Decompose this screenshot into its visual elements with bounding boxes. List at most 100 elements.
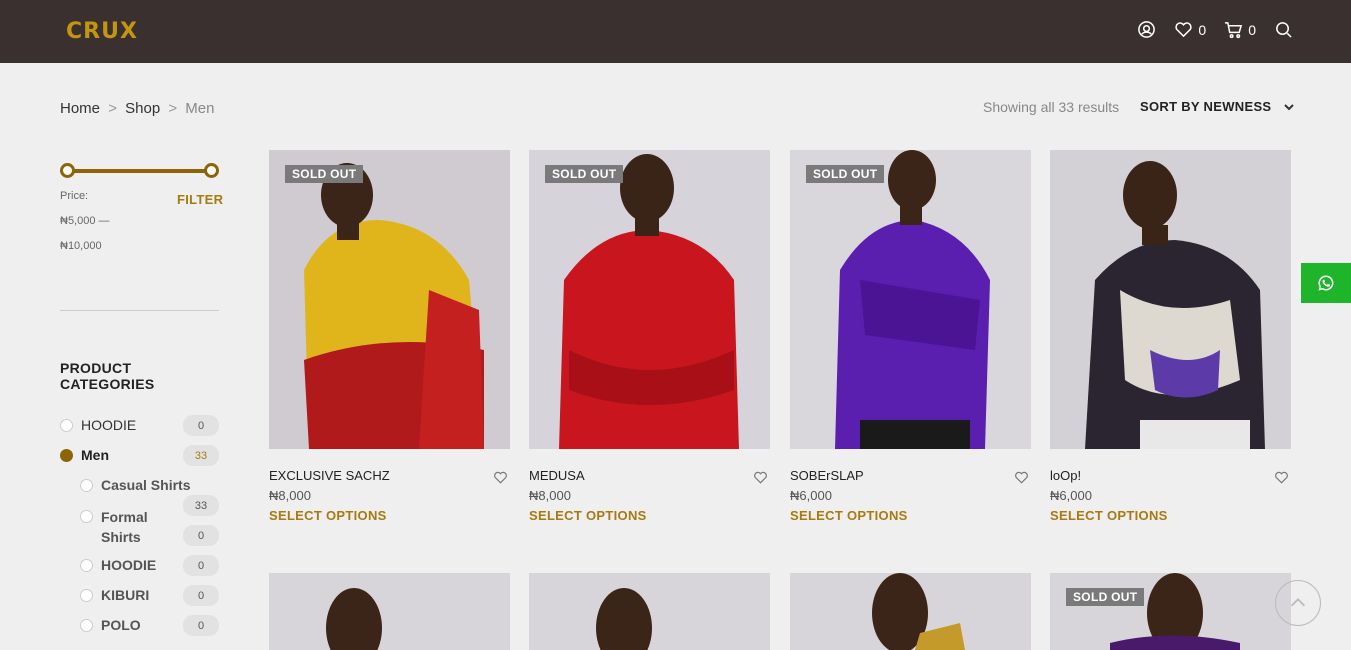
account-button[interactable] [1137,20,1156,39]
price-slider-min-handle[interactable] [60,163,75,178]
wishlist-button[interactable]: 0 [1174,20,1206,39]
breadcrumb-shop[interactable]: Shop [125,100,160,117]
product-price: ₦6,000 [790,488,832,503]
add-to-wishlist-button[interactable] [1274,470,1289,485]
heart-icon [1015,471,1028,484]
price-slider-max-handle[interactable] [204,163,219,178]
category-count: 0 [183,615,219,636]
product-price: ₦8,000 [269,488,311,503]
heart-icon [1175,22,1193,38]
sold-out-badge: SOLD OUT [545,165,624,183]
product-card [790,573,1031,650]
whatsapp-icon [1318,275,1334,291]
site-logo[interactable]: CRUX [66,19,138,44]
category-count: 33 [183,495,219,516]
category-label: Formal Shirts [101,509,148,545]
category-item-casual-shirts[interactable]: Casual Shirts [80,477,190,493]
category-item-men[interactable]: Men [60,447,109,463]
breadcrumb: Home > Shop > Men [60,100,214,117]
category-label: POLO [101,617,141,633]
radio-icon [80,588,93,602]
select-options-button[interactable]: SELECT OPTIONS [1050,508,1168,523]
product-photo-illustration [790,573,1031,650]
select-options-button[interactable]: SELECT OPTIONS [269,508,387,523]
category-item-kiburi[interactable]: KIBURI [80,587,149,603]
cart-button[interactable]: 0 [1224,20,1256,39]
radio-icon [80,478,93,492]
sold-out-badge: SOLD OUT [285,165,364,183]
radio-icon [80,618,93,632]
product-image[interactable]: SOLD OUT [269,150,510,449]
product-photo-illustration [269,150,510,449]
product-image[interactable]: SOLD OUT [790,150,1031,449]
sold-out-badge: SOLD OUT [1066,588,1145,606]
price-slider-track[interactable] [66,169,212,173]
category-label: HOODIE [101,557,157,573]
price-range-min: ₦5,000 — [60,215,110,227]
price-label: Price: [60,190,89,202]
radio-icon [80,510,93,523]
category-count: 0 [183,415,219,436]
price-range-max: ₦10,000 [60,240,102,252]
product-card: SOLD OUT SOBErSLAP ₦6,000 SELECT OPTIONS [790,150,1031,523]
sidebar-divider [60,310,219,311]
cart-icon [1225,22,1243,39]
radio-icon [60,418,73,432]
product-image[interactable] [269,573,510,650]
product-photo-illustration [529,573,770,650]
category-label: HOODIE [81,417,137,433]
category-label: Casual Shirts [101,477,191,493]
category-item-formal-shirts[interactable]: Formal Shirts [80,507,160,547]
product-card: SOLD OUT MEDUSA ₦8,000 SELECT OPTIONS [529,150,770,523]
category-item-hoodie[interactable]: HOODIE [60,417,136,433]
results-count: Showing all 33 results [983,99,1120,115]
sold-out-badge: SOLD OUT [806,165,885,183]
radio-icon [60,448,73,462]
category-label: Men [81,447,109,463]
product-name[interactable]: EXCLUSIVE SACHZ [269,468,390,483]
add-to-wishlist-button[interactable] [753,470,768,485]
product-image[interactable]: SOLD OUT [1050,573,1291,650]
heart-icon [1275,471,1288,484]
category-item-hoodie-sub[interactable]: HOODIE [80,557,156,573]
category-count: 0 [183,585,219,606]
chevron-up-icon [1290,598,1306,607]
whatsapp-button[interactable] [1301,263,1351,303]
product-name[interactable]: MEDUSA [529,468,585,483]
search-icon [1276,22,1292,38]
product-card [529,573,770,650]
product-image[interactable]: SOLD OUT [529,150,770,449]
product-image[interactable] [790,573,1031,650]
product-price: ₦6,000 [1050,488,1092,503]
scroll-to-top-button[interactable] [1275,580,1321,626]
select-options-button[interactable]: SELECT OPTIONS [529,508,647,523]
product-photo-illustration [1050,573,1291,650]
breadcrumb-home[interactable]: Home [60,100,100,117]
category-item-polo[interactable]: POLO [80,617,141,633]
product-image[interactable] [529,573,770,650]
wishlist-count: 0 [1198,21,1207,38]
product-photo-illustration [790,150,1031,449]
search-button[interactable] [1274,20,1293,39]
header-icons: 0 0 [1137,20,1293,39]
product-image[interactable] [1050,150,1291,449]
filter-button[interactable]: FILTER [177,192,223,207]
add-to-wishlist-button[interactable] [493,470,508,485]
select-options-button[interactable]: SELECT OPTIONS [790,508,908,523]
product-photo-illustration [529,150,770,449]
product-card [269,573,510,650]
breadcrumb-separator: > [108,100,117,117]
sort-dropdown[interactable]: SORT BY NEWNESS [1140,99,1295,114]
chevron-down-icon [1284,103,1295,110]
product-categories-title: PRODUCT CATEGORIES [60,360,155,392]
product-name[interactable]: loOp! [1050,468,1081,483]
radio-icon [80,558,93,572]
product-card: SOLD OUT EXCLUSIVE SACHZ ₦8,000 SELECT O… [269,150,510,523]
heart-icon [754,471,767,484]
product-name[interactable]: SOBErSLAP [790,468,864,483]
product-card: SOLD OUT [1050,573,1291,650]
add-to-wishlist-button[interactable] [1014,470,1029,485]
product-card: loOp! ₦6,000 SELECT OPTIONS [1050,150,1291,523]
product-photo-illustration [1050,150,1291,449]
category-label: KIBURI [101,587,150,603]
